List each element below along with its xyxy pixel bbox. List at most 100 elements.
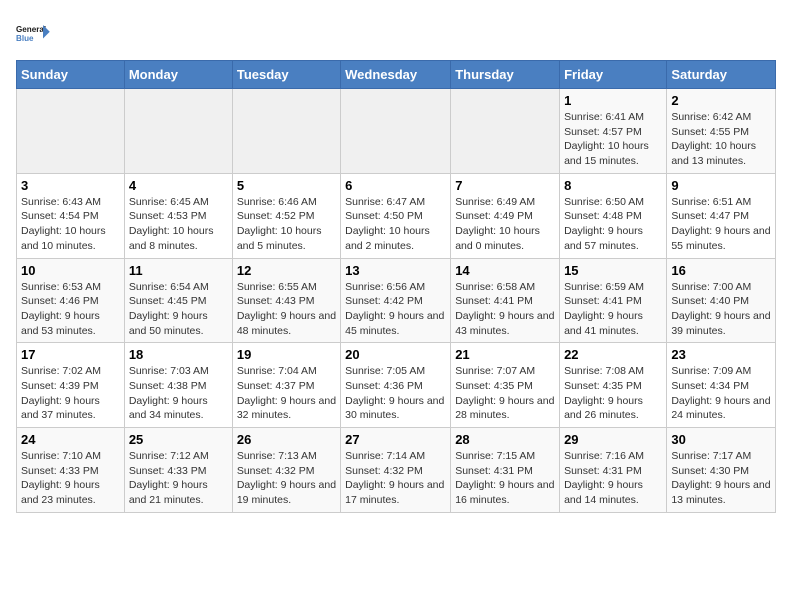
header-saturday: Saturday <box>667 61 776 89</box>
day-number: 5 <box>237 178 336 193</box>
day-number: 15 <box>564 263 662 278</box>
day-info: Sunrise: 6:55 AM Sunset: 4:43 PM Dayligh… <box>237 280 336 339</box>
day-number: 22 <box>564 347 662 362</box>
day-cell: 16 Sunrise: 7:00 AM Sunset: 4:40 PM Dayli… <box>667 258 776 343</box>
day-cell: 24 Sunrise: 7:10 AM Sunset: 4:33 PM Dayli… <box>17 428 125 513</box>
day-number: 12 <box>237 263 336 278</box>
day-info: Sunrise: 6:50 AM Sunset: 4:48 PM Dayligh… <box>564 195 662 254</box>
day-cell: 20 Sunrise: 7:05 AM Sunset: 4:36 PM Dayli… <box>341 343 451 428</box>
day-cell <box>124 89 232 174</box>
day-cell: 18 Sunrise: 7:03 AM Sunset: 4:38 PM Dayli… <box>124 343 232 428</box>
day-cell: 23Sunrise: 7:09 AM Sunset: 4:34 PM Dayli… <box>667 343 776 428</box>
day-number: 6 <box>345 178 446 193</box>
day-info: Sunrise: 7:15 AM Sunset: 4:31 PM Dayligh… <box>455 449 555 508</box>
day-cell: 2 Sunrise: 6:42 AM Sunset: 4:55 PM Daylig… <box>667 89 776 174</box>
day-info: Sunrise: 6:41 AM Sunset: 4:57 PM Dayligh… <box>564 110 662 169</box>
day-info: Sunrise: 7:16 AM Sunset: 4:31 PM Dayligh… <box>564 449 662 508</box>
day-info: Sunrise: 6:49 AM Sunset: 4:49 PM Dayligh… <box>455 195 555 254</box>
day-info: Sunrise: 6:54 AM Sunset: 4:45 PM Dayligh… <box>129 280 228 339</box>
day-cell: 1 Sunrise: 6:41 AM Sunset: 4:57 PM Daylig… <box>560 89 667 174</box>
day-cell: 25 Sunrise: 7:12 AM Sunset: 4:33 PM Dayli… <box>124 428 232 513</box>
day-number: 8 <box>564 178 662 193</box>
day-number: 21 <box>455 347 555 362</box>
day-info: Sunrise: 6:59 AM Sunset: 4:41 PM Dayligh… <box>564 280 662 339</box>
day-info: Sunrise: 7:05 AM Sunset: 4:36 PM Dayligh… <box>345 364 446 423</box>
day-number: 7 <box>455 178 555 193</box>
day-number: 4 <box>129 178 228 193</box>
day-cell <box>17 89 125 174</box>
day-number: 10 <box>21 263 120 278</box>
day-cell: 6 Sunrise: 6:47 AM Sunset: 4:50 PM Daylig… <box>341 173 451 258</box>
day-info: Sunrise: 7:17 AM Sunset: 4:30 PM Dayligh… <box>671 449 771 508</box>
day-info: Sunrise: 6:51 AM Sunset: 4:47 PM Dayligh… <box>671 195 771 254</box>
header-thursday: Thursday <box>451 61 560 89</box>
day-info: Sunrise: 6:58 AM Sunset: 4:41 PM Dayligh… <box>455 280 555 339</box>
calendar-table: SundayMondayTuesdayWednesdayThursdayFrid… <box>16 60 776 513</box>
day-number: 1 <box>564 93 662 108</box>
header-tuesday: Tuesday <box>232 61 340 89</box>
day-info: Sunrise: 7:10 AM Sunset: 4:33 PM Dayligh… <box>21 449 120 508</box>
week-row-2: 3Sunrise: 6:43 AM Sunset: 4:54 PM Daylig… <box>17 173 776 258</box>
day-info: Sunrise: 7:12 AM Sunset: 4:33 PM Dayligh… <box>129 449 228 508</box>
day-cell: 11 Sunrise: 6:54 AM Sunset: 4:45 PM Dayli… <box>124 258 232 343</box>
day-cell: 13 Sunrise: 6:56 AM Sunset: 4:42 PM Dayli… <box>341 258 451 343</box>
day-cell: 7 Sunrise: 6:49 AM Sunset: 4:49 PM Daylig… <box>451 173 560 258</box>
day-cell: 15 Sunrise: 6:59 AM Sunset: 4:41 PM Dayli… <box>560 258 667 343</box>
day-info: Sunrise: 7:03 AM Sunset: 4:38 PM Dayligh… <box>129 364 228 423</box>
day-info: Sunrise: 6:47 AM Sunset: 4:50 PM Dayligh… <box>345 195 446 254</box>
day-cell <box>451 89 560 174</box>
day-cell <box>341 89 451 174</box>
week-row-1: 1 Sunrise: 6:41 AM Sunset: 4:57 PM Daylig… <box>17 89 776 174</box>
day-cell: 22 Sunrise: 7:08 AM Sunset: 4:35 PM Dayli… <box>560 343 667 428</box>
day-cell: 19Sunrise: 7:04 AM Sunset: 4:37 PM Dayli… <box>232 343 340 428</box>
day-info: Sunrise: 6:53 AM Sunset: 4:46 PM Dayligh… <box>21 280 120 339</box>
day-cell: 14Sunrise: 6:58 AM Sunset: 4:41 PM Dayli… <box>451 258 560 343</box>
day-number: 9 <box>671 178 771 193</box>
week-row-4: 17 Sunrise: 7:02 AM Sunset: 4:39 PM Dayli… <box>17 343 776 428</box>
day-info: Sunrise: 7:04 AM Sunset: 4:37 PM Dayligh… <box>237 364 336 423</box>
week-row-5: 24 Sunrise: 7:10 AM Sunset: 4:33 PM Dayli… <box>17 428 776 513</box>
day-number: 11 <box>129 263 228 278</box>
day-info: Sunrise: 7:13 AM Sunset: 4:32 PM Dayligh… <box>237 449 336 508</box>
day-number: 17 <box>21 347 120 362</box>
day-number: 26 <box>237 432 336 447</box>
day-number: 28 <box>455 432 555 447</box>
day-number: 25 <box>129 432 228 447</box>
day-cell: 29 Sunrise: 7:16 AM Sunset: 4:31 PM Dayli… <box>560 428 667 513</box>
day-info: Sunrise: 7:08 AM Sunset: 4:35 PM Dayligh… <box>564 364 662 423</box>
day-cell: 21 Sunrise: 7:07 AM Sunset: 4:35 PM Dayli… <box>451 343 560 428</box>
day-number: 3 <box>21 178 120 193</box>
day-number: 20 <box>345 347 446 362</box>
day-cell <box>232 89 340 174</box>
header-friday: Friday <box>560 61 667 89</box>
day-cell: 10 Sunrise: 6:53 AM Sunset: 4:46 PM Dayli… <box>17 258 125 343</box>
day-number: 30 <box>671 432 771 447</box>
day-info: Sunrise: 6:46 AM Sunset: 4:52 PM Dayligh… <box>237 195 336 254</box>
day-number: 16 <box>671 263 771 278</box>
day-info: Sunrise: 7:02 AM Sunset: 4:39 PM Dayligh… <box>21 364 120 423</box>
day-cell: 27Sunrise: 7:14 AM Sunset: 4:32 PM Dayli… <box>341 428 451 513</box>
day-info: Sunrise: 6:45 AM Sunset: 4:53 PM Dayligh… <box>129 195 228 254</box>
day-cell: 8 Sunrise: 6:50 AM Sunset: 4:48 PM Daylig… <box>560 173 667 258</box>
header-monday: Monday <box>124 61 232 89</box>
day-number: 24 <box>21 432 120 447</box>
day-info: Sunrise: 6:42 AM Sunset: 4:55 PM Dayligh… <box>671 110 771 169</box>
day-number: 18 <box>129 347 228 362</box>
page-header: GeneralBlue <box>16 16 776 52</box>
header-wednesday: Wednesday <box>341 61 451 89</box>
day-info: Sunrise: 6:56 AM Sunset: 4:42 PM Dayligh… <box>345 280 446 339</box>
week-row-3: 10 Sunrise: 6:53 AM Sunset: 4:46 PM Dayli… <box>17 258 776 343</box>
calendar-header-row: SundayMondayTuesdayWednesdayThursdayFrid… <box>17 61 776 89</box>
day-cell: 9 Sunrise: 6:51 AM Sunset: 4:47 PM Daylig… <box>667 173 776 258</box>
day-cell: 28 Sunrise: 7:15 AM Sunset: 4:31 PM Dayli… <box>451 428 560 513</box>
day-info: Sunrise: 7:00 AM Sunset: 4:40 PM Dayligh… <box>671 280 771 339</box>
day-info: Sunrise: 7:09 AM Sunset: 4:34 PM Dayligh… <box>671 364 771 423</box>
logo-icon: GeneralBlue <box>16 16 52 52</box>
day-info: Sunrise: 7:14 AM Sunset: 4:32 PM Dayligh… <box>345 449 446 508</box>
day-info: Sunrise: 7:07 AM Sunset: 4:35 PM Dayligh… <box>455 364 555 423</box>
day-number: 2 <box>671 93 771 108</box>
day-number: 13 <box>345 263 446 278</box>
day-number: 29 <box>564 432 662 447</box>
svg-text:Blue: Blue <box>16 34 34 43</box>
day-cell: 5 Sunrise: 6:46 AM Sunset: 4:52 PM Daylig… <box>232 173 340 258</box>
